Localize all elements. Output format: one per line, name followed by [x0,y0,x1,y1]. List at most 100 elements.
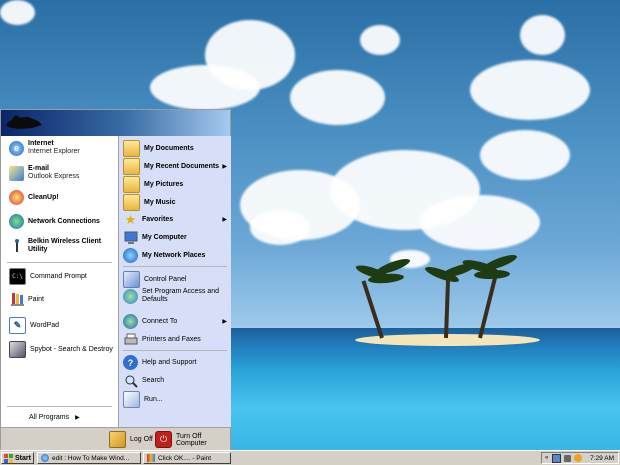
all-programs-button[interactable]: All Programs ▶ [29,414,80,421]
menu-my-documents[interactable]: My Documents [123,140,229,157]
control-panel-icon [123,271,140,288]
program-title: Network Connections [28,218,100,225]
task-label: Click OK.... - Paint [158,454,212,462]
menu-label: My Network Places [142,252,206,259]
folder-icon [123,194,140,211]
clock: 7:29 AM [590,454,614,462]
internet-explorer-icon: e [9,140,24,156]
menu-my-network-places[interactable]: My Network Places [123,248,229,263]
menu-label: My Music [144,199,176,206]
cloud [420,195,540,250]
program-email[interactable]: E-mail Outlook Express [9,165,79,181]
program-network-connections[interactable]: Network Connections [9,214,100,229]
program-cleanup[interactable]: CleanUp! [9,190,59,205]
alert-tray-icon[interactable] [574,454,583,462]
program-subtitle: Internet Explorer [28,148,80,156]
program-title: CleanUp! [28,194,59,201]
program-title: Spybot - Search & Destroy [30,346,113,353]
paint-icon [147,454,155,462]
browser-icon [41,454,49,462]
program-wordpad[interactable]: ✎ WordPad [9,317,59,334]
program-paint[interactable]: Paint [9,292,44,307]
menu-printers-and-faxes[interactable]: Printers and Faxes [123,332,229,347]
menu-label: My Documents [144,145,194,152]
windows-logo-icon [4,453,13,463]
spybot-icon [9,341,26,358]
program-title: Paint [28,296,44,303]
search-icon [123,373,138,388]
paint-icon [9,292,24,307]
menu-search[interactable]: Search [123,373,229,388]
taskbar-button-paint[interactable]: Click OK.... - Paint [143,452,231,464]
menu-label: Printers and Faxes [142,336,201,343]
network-tray-icon[interactable] [552,453,562,463]
menu-my-pictures[interactable]: My Pictures [123,176,229,193]
help-icon: ? [123,355,138,370]
cloud [205,20,295,90]
outlook-express-icon [9,165,24,181]
menu-run[interactable]: Run... [123,391,229,408]
menu-label: My Pictures [144,181,184,188]
program-title: WordPad [30,322,60,329]
network-connections-icon [9,214,24,229]
log-off-button[interactable]: Log Off [109,431,153,448]
program-belkin[interactable]: Belkin Wireless Client Utility [9,238,114,255]
menu-my-computer[interactable]: My Computer [123,230,229,245]
program-command-prompt[interactable]: C:\ Command Prompt [9,268,87,285]
system-tray: « 7:29 AM [541,452,619,464]
menu-connect-to[interactable]: Connect To ▶ [123,314,229,329]
run-icon [123,391,140,408]
menu-my-music[interactable]: My Music [123,194,229,211]
turn-off-label: Turn Off Computer [176,432,207,447]
start-menu-footer: Log Off ⏻ Turn Off Computer [1,427,230,450]
menu-my-recent-documents[interactable]: My Recent Documents ▶ [123,158,229,175]
separator [123,350,227,351]
tray-expand-icon[interactable]: « [545,455,548,461]
palm-frond [473,269,511,280]
menu-label: Favorites [142,216,174,223]
separator [7,406,112,407]
cloud [360,25,400,55]
program-access-icon [123,288,138,304]
cloud [290,70,385,125]
program-title: E-mail [28,165,50,172]
program-internet[interactable]: e Internet Internet Explorer [9,140,80,156]
computer-icon [123,230,138,245]
cloud [470,60,590,120]
program-title: Internet [28,140,54,147]
log-off-label: Log Off [130,436,153,443]
printer-icon [123,332,138,347]
start-menu-header [1,110,230,136]
places-pane: My Documents My Recent Documents ▶ My Pi… [118,136,231,427]
task-label: edit : How To Make Wind... [52,454,130,462]
start-label: Start [15,454,31,462]
menu-label: Search [142,377,165,384]
separator [123,266,227,267]
turn-off-computer-button[interactable]: ⏻ Turn Off Computer [155,431,230,448]
menu-favorites[interactable]: ★ Favorites ▶ [123,212,229,227]
log-off-icon [109,431,126,448]
program-title: Belkin Wireless Client Utility [28,238,102,254]
menu-label: My Recent Documents [144,163,220,170]
folder-icon [123,158,140,175]
star-icon: ★ [124,211,137,227]
connect-to-icon [123,314,138,329]
program-title: Command Prompt [30,273,87,280]
program-spybot[interactable]: Spybot - Search & Destroy [9,341,113,358]
arrow-right-icon: ▶ [222,319,227,325]
taskbar-button-browser[interactable]: edit : How To Make Wind... [37,452,141,464]
start-button[interactable]: Start [1,452,34,464]
start-menu: e Internet Internet Explorer E-mail Outloo… [0,109,231,450]
menu-label: Help and Support [142,359,197,366]
menu-set-program-access[interactable]: Set Program Access and Defaults [123,288,229,304]
power-icon: ⏻ [155,431,172,448]
menu-help-and-support[interactable]: ? Help and Support [123,355,229,370]
menu-label: Set Program Access and Defaults [142,288,220,304]
taskbar: Start edit : How To Make Wind... Click O… [0,450,620,465]
wireless-utility-icon [9,239,24,254]
separator [7,262,112,263]
menu-control-panel[interactable]: Control Panel [123,271,229,288]
speaker-tray-icon[interactable] [564,454,572,462]
folder-icon [123,140,140,157]
pinned-programs-pane: e Internet Internet Explorer E-mail Outloo… [1,136,118,427]
